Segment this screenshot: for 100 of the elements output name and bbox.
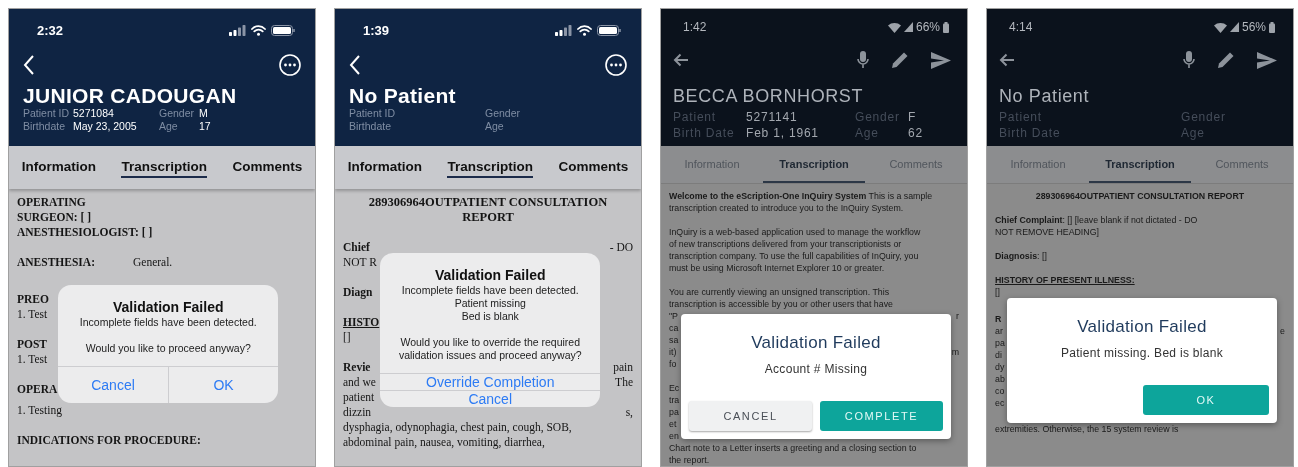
more-icon[interactable] bbox=[605, 54, 627, 76]
field-label: Gender bbox=[1181, 109, 1227, 125]
pencil-icon[interactable] bbox=[891, 51, 909, 69]
dialog-button[interactable]: OK bbox=[1143, 385, 1269, 415]
report-paragraph: InQuiry is a web-based application used to manage the workflow of new transcriptions delivered from your transcriptionists or transcription company. To use the full capabilities of InQuiry, you must be using Microsoft Internet Explorer 10 or greater. bbox=[669, 226, 922, 274]
back-icon[interactable] bbox=[999, 52, 1015, 68]
report-text: ab bbox=[995, 372, 1005, 385]
field-label: Gender bbox=[159, 107, 196, 120]
patient-name: No Patient bbox=[349, 85, 457, 107]
report-text: extremities. Otherwise, the 15 system review is bbox=[995, 423, 1179, 435]
field-label: Age bbox=[1181, 125, 1206, 141]
field-value: May 23, 2005 bbox=[73, 120, 138, 133]
dialog-button[interactable]: COMPLETE bbox=[820, 400, 943, 431]
tab[interactable]: Information bbox=[987, 146, 1089, 183]
report-text: co bbox=[995, 384, 1005, 397]
tab[interactable]: Transcription bbox=[447, 157, 533, 178]
field-value: 17 bbox=[199, 120, 212, 133]
report-heading: PREO bbox=[17, 291, 49, 307]
field-label: Age bbox=[159, 120, 179, 133]
status-time: 2:32 bbox=[37, 22, 64, 38]
report-heading: Revie bbox=[343, 360, 371, 375]
report-text: et bbox=[669, 418, 677, 430]
microphone-icon[interactable] bbox=[857, 51, 869, 69]
report-paragraph: Diagnosis: [] bbox=[995, 250, 1048, 262]
field-value: 5271084 bbox=[73, 107, 115, 120]
wifi-icon bbox=[577, 24, 592, 36]
report-text: 1. Test bbox=[17, 351, 48, 367]
dialog-message: Would you like to override the required validation issues and proceed anyway? bbox=[397, 336, 583, 362]
tab[interactable]: Comments bbox=[865, 146, 967, 183]
tab[interactable]: Transcription bbox=[121, 157, 207, 178]
report-text: pa bbox=[669, 406, 679, 418]
send-icon[interactable] bbox=[931, 51, 951, 69]
battery-icon bbox=[943, 21, 949, 33]
field-label: Birthdate bbox=[349, 120, 393, 133]
report-text: e bbox=[1280, 324, 1285, 337]
report-heading: SURGEON: [ ] bbox=[17, 210, 92, 225]
report-text: dy bbox=[995, 360, 1005, 373]
dialog-message: Would you like to proceed anyway? bbox=[84, 342, 252, 355]
report-text: ec bbox=[995, 396, 1005, 409]
report-text: "P bbox=[669, 310, 678, 322]
report-text: pa bbox=[995, 336, 1005, 349]
field-value: F bbox=[908, 109, 918, 125]
report-text: en bbox=[669, 430, 679, 442]
report-text: ar bbox=[995, 324, 1003, 337]
field-value: Feb 1, 1961 bbox=[746, 125, 820, 141]
report-text: [] bbox=[343, 330, 351, 345]
dialog-title: Validation Failed bbox=[750, 331, 882, 354]
dialog-button[interactable]: OK bbox=[167, 367, 279, 403]
dialog-message: Patient missing. Bed is blank bbox=[1059, 346, 1225, 361]
report-text: and we bbox=[343, 375, 376, 390]
tab[interactable]: Comments bbox=[232, 157, 303, 178]
battery-percent: 66% bbox=[915, 20, 940, 34]
report-heading: ANESTHESIOLOGIST: [ ] bbox=[17, 225, 153, 240]
report-heading: Diagn bbox=[343, 285, 373, 300]
patient-name: BECCA BORNHORST bbox=[673, 85, 865, 108]
status-time: 1:39 bbox=[363, 22, 390, 38]
dialog-button[interactable]: CANCEL bbox=[689, 400, 812, 431]
field-label: Birth Date bbox=[999, 125, 1062, 141]
field-label: Birthdate bbox=[23, 120, 67, 133]
report-title: 289306964OUTPATIENT CONSULTATION REPORT bbox=[367, 195, 609, 225]
report-text: r bbox=[956, 310, 959, 322]
status-time: 4:14 bbox=[1009, 20, 1033, 34]
report-text: sa bbox=[669, 334, 679, 346]
dialog-button[interactable]: Override Completion bbox=[380, 374, 601, 390]
tab[interactable]: Information bbox=[347, 157, 422, 178]
report-text: tra bbox=[669, 394, 680, 406]
more-icon[interactable] bbox=[279, 54, 301, 76]
report-text: 1. Test bbox=[17, 306, 48, 322]
field-label: Patient ID bbox=[23, 107, 71, 120]
report-text: dysphagia, odynophagia, chest pain, cough, SOB, bbox=[343, 420, 572, 435]
report-text: di bbox=[995, 348, 1002, 361]
dialog-button[interactable]: Cancel bbox=[58, 367, 168, 403]
section-heading: HISTORY OF PRESENT ILLNESS: bbox=[995, 274, 1135, 286]
dialog-message: Account # Missing bbox=[763, 361, 869, 377]
tab[interactable]: Comments bbox=[1191, 146, 1293, 183]
field-label: Patient ID bbox=[349, 107, 397, 120]
report-text: dizzin bbox=[343, 405, 372, 420]
report-paragraph: Welcome to the eScription-One InQuiry System This is a sample transcription created to introduce you to the InQuiry System. bbox=[669, 190, 934, 214]
report-text: fo bbox=[669, 358, 677, 370]
report-text: pain bbox=[613, 360, 633, 375]
field-label: Age bbox=[485, 120, 505, 133]
report-text: [] bbox=[995, 286, 1000, 298]
dialog-message: Incomplete fields have been detected. bbox=[78, 316, 258, 329]
tab[interactable]: Information bbox=[21, 157, 96, 178]
report-text: s, bbox=[625, 405, 633, 420]
status-time: 1:42 bbox=[683, 20, 707, 34]
report-heading: Chief bbox=[343, 240, 370, 255]
report-text: patient bbox=[343, 390, 375, 405]
tab[interactable]: Comments bbox=[558, 157, 629, 178]
pencil-icon[interactable] bbox=[1217, 51, 1235, 69]
tab[interactable]: Information bbox=[661, 146, 763, 183]
dialog-message: Patient missing bbox=[453, 297, 527, 310]
report-paragraph: Chart note to a Letter inserts a greeting and a closing section to the report. bbox=[669, 442, 918, 466]
microphone-icon[interactable] bbox=[1183, 51, 1195, 69]
send-icon[interactable] bbox=[1257, 51, 1277, 69]
report-label: ANESTHESIA: bbox=[17, 255, 95, 270]
report-heading: INDICATIONS FOR PROCEDURE: bbox=[17, 433, 201, 448]
dialog-title: Validation Failed bbox=[1076, 316, 1208, 338]
back-icon[interactable] bbox=[673, 52, 689, 68]
dialog-button[interactable]: Cancel bbox=[380, 390, 601, 407]
